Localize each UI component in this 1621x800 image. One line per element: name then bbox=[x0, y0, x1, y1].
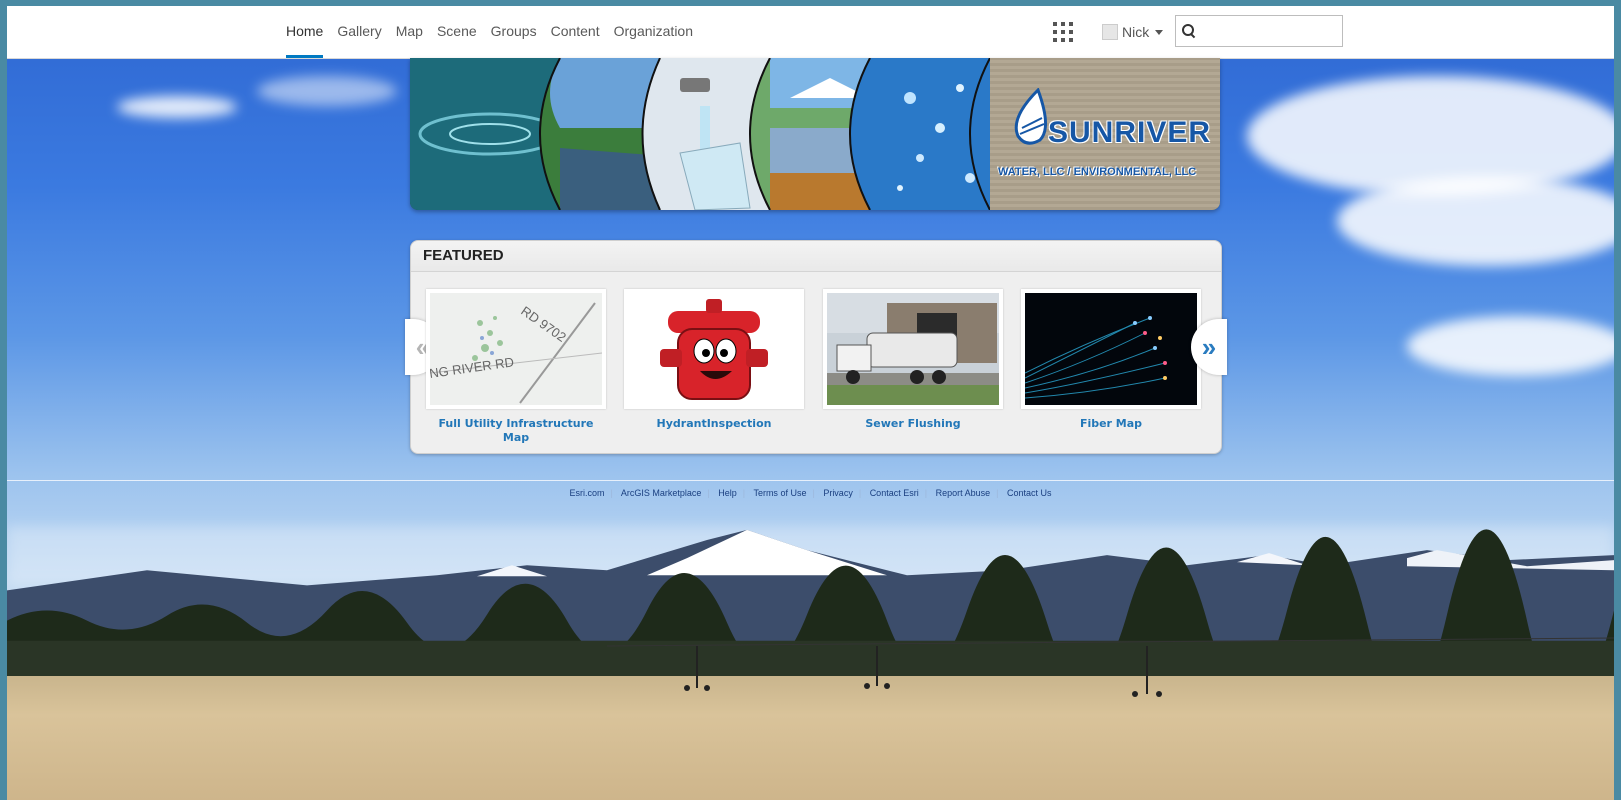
banner: SUNRIVER WATER, LLC / ENVIRONMENTAL, LLC bbox=[410, 58, 1220, 210]
nav-organization[interactable]: Organization bbox=[607, 6, 700, 58]
footer-link-privacy[interactable]: Privacy bbox=[823, 488, 853, 498]
nav-gallery[interactable]: Gallery bbox=[330, 6, 388, 58]
main-nav: Home Gallery Map Scene Groups Content Or… bbox=[279, 6, 700, 58]
footer-links: Esri.com | ArcGIS Marketplace | Help | Term… bbox=[569, 488, 1052, 498]
map-thumbnail-graphic: RD 9702 NG RIVER RD bbox=[430, 302, 602, 404]
featured-item-title[interactable]: Sewer Flushing bbox=[823, 417, 1003, 431]
map-thumbnail: RD 9702 NG RIVER RD bbox=[426, 289, 606, 409]
user-menu[interactable]: Nick bbox=[1102, 22, 1164, 42]
top-navigation-bar: Home Gallery Map Scene Groups Content Or… bbox=[7, 6, 1614, 59]
user-name: Nick bbox=[1122, 24, 1150, 40]
fiber-optic-graphic bbox=[1025, 293, 1197, 405]
search-box bbox=[1175, 15, 1343, 47]
featured-carousel: FEATURED « RD 9702 NG RIVER RD Full Util… bbox=[405, 240, 1227, 454]
truck-photo bbox=[823, 289, 1003, 409]
hydrant-icon bbox=[660, 299, 768, 400]
brand-subtitle: WATER, LLC / ENVIRONMENTAL, LLC bbox=[998, 166, 1197, 178]
app-launcher-grid-icon[interactable] bbox=[1053, 22, 1073, 42]
featured-item-title[interactable]: Full Utility Infrastructure Map bbox=[426, 417, 606, 445]
featured-item-title[interactable]: Fiber Map bbox=[1021, 417, 1201, 431]
search-input[interactable] bbox=[1202, 18, 1342, 44]
footer-link-contact-us[interactable]: Contact Us bbox=[1007, 488, 1052, 498]
caret-down-icon bbox=[1155, 29, 1164, 35]
irrigation-pivot bbox=[606, 637, 1614, 697]
featured-item-title[interactable]: HydrantInspection bbox=[624, 417, 804, 431]
featured-item[interactable]: HydrantInspection bbox=[624, 289, 804, 431]
avatar bbox=[1102, 24, 1118, 40]
nav-home[interactable]: Home bbox=[279, 6, 330, 58]
nav-scene[interactable]: Scene bbox=[430, 6, 484, 58]
footer-link-contact-esri[interactable]: Contact Esri bbox=[870, 488, 919, 498]
footer-link-esri[interactable]: Esri.com bbox=[569, 488, 604, 498]
footer-link-report-abuse[interactable]: Report Abuse bbox=[936, 488, 991, 498]
footer-link-marketplace[interactable]: ArcGIS Marketplace bbox=[621, 488, 702, 498]
sewer-truck-photo bbox=[827, 293, 999, 405]
nav-content[interactable]: Content bbox=[544, 6, 607, 58]
nav-groups[interactable]: Groups bbox=[484, 6, 544, 58]
page: Home Gallery Map Scene Groups Content Or… bbox=[7, 6, 1614, 800]
divider bbox=[7, 480, 1614, 481]
fiber-optic-photo bbox=[1021, 289, 1201, 409]
featured-heading: FEATURED bbox=[411, 241, 1221, 272]
featured-item[interactable]: Sewer Flushing bbox=[823, 289, 1003, 431]
nav-map[interactable]: Map bbox=[389, 6, 430, 58]
footer-link-help[interactable]: Help bbox=[718, 488, 737, 498]
water-drop-icon bbox=[1014, 88, 1047, 145]
featured-item[interactable]: RD 9702 NG RIVER RD Full Utility Infrast… bbox=[426, 289, 606, 445]
search-icon bbox=[1182, 24, 1196, 38]
featured-item[interactable]: Fiber Map bbox=[1021, 289, 1201, 431]
brand-name: SUNRIVER bbox=[1048, 116, 1212, 149]
footer-link-terms[interactable]: Terms of Use bbox=[753, 488, 806, 498]
hydrant-mascot bbox=[624, 289, 804, 409]
sunriver-logo: SUNRIVER WATER, LLC / ENVIRONMENTAL, LLC bbox=[990, 58, 1220, 210]
map-label: RD 9702 bbox=[518, 303, 569, 345]
